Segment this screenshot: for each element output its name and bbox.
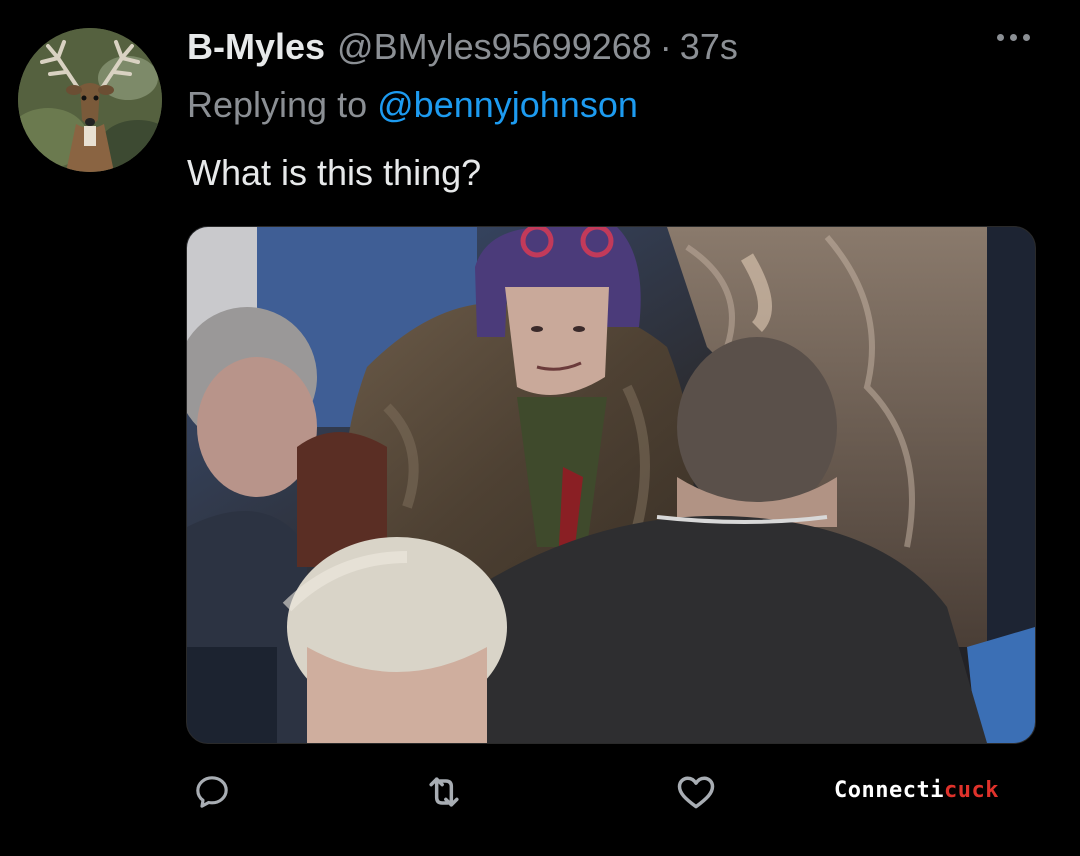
more-horizontal-icon[interactable] xyxy=(997,34,1030,41)
replying-to: Replying to @bennyjohnson xyxy=(187,84,638,126)
reply-target-link[interactable]: @bennyjohnson xyxy=(377,84,638,125)
retweet-button[interactable] xyxy=(420,768,468,816)
user-handle[interactable]: @BMyles95699268 xyxy=(337,26,652,68)
watermark-part1: Connecti xyxy=(834,778,944,803)
tweet: B-Myles @BMyles95699268 · 37s Replying t… xyxy=(0,0,1080,856)
reply-icon xyxy=(196,776,228,808)
reply-button[interactable] xyxy=(188,768,236,816)
retweet-icon xyxy=(429,777,459,807)
tweet-text: What is this thing? xyxy=(187,152,482,193)
tweet-media-image[interactable] xyxy=(186,226,1036,744)
watermark-part2: cuck xyxy=(943,778,999,803)
like-button[interactable] xyxy=(672,768,720,816)
separator-dot: · xyxy=(659,26,672,67)
deer-icon xyxy=(18,28,162,172)
display-name[interactable]: B-Myles xyxy=(187,26,325,68)
replying-to-label: Replying to xyxy=(187,84,368,125)
heart-icon xyxy=(677,776,715,809)
avatar[interactable] xyxy=(18,28,162,172)
tweet-header: B-Myles @BMyles95699268 · 37s xyxy=(187,26,738,70)
timestamp[interactable]: 37s xyxy=(680,26,738,68)
watermark-text: Connecticuck xyxy=(834,778,999,803)
media-photo xyxy=(187,227,1035,743)
